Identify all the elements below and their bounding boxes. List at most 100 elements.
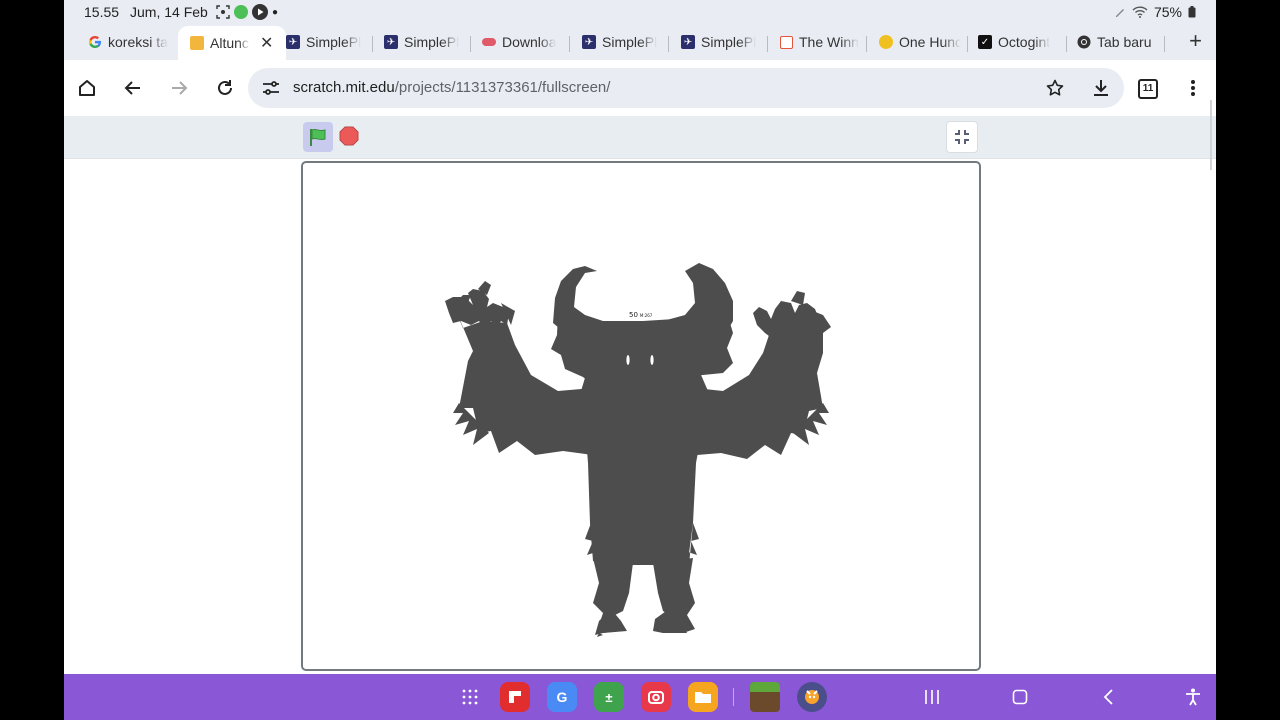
browser-toolbar: scratch.mit.edu/projects/1131373361/full… (64, 60, 1216, 116)
scratch-stage[interactable]: 50 M:267 (301, 161, 981, 671)
more-vert-icon (1191, 80, 1195, 96)
battery-icon (1188, 6, 1196, 18)
wifi-icon (1132, 6, 1148, 18)
url-text: scratch.mit.edu/projects/1131373361/full… (293, 79, 610, 96)
tab-5-title: SimplePl (602, 34, 658, 50)
tab-strip: koreksi ta Altunc ✕ ✈ SimplePl ✈ SimpleP… (64, 24, 1216, 60)
tab-7-title: The Winn (799, 34, 859, 50)
chevron-left-icon (1103, 689, 1113, 705)
tab-3[interactable]: ✈ SimplePl (384, 26, 464, 58)
tab-2[interactable]: ✈ SimplePl (286, 26, 366, 58)
tab-4[interactable]: Downloa (482, 26, 562, 58)
chrome-icon (1077, 35, 1091, 49)
sprite-label-value: 50 (629, 311, 638, 319)
app-minecraft[interactable] (750, 682, 780, 712)
menu-button[interactable] (1181, 76, 1205, 100)
scrollbar-thumb[interactable] (1210, 100, 1212, 170)
recents-button[interactable] (917, 682, 947, 712)
app-flipboard[interactable] (500, 682, 530, 712)
url-domain: scratch.mit.edu (293, 79, 395, 96)
green-flag-icon (310, 128, 326, 146)
home-square-icon (1012, 689, 1028, 705)
stop-icon (339, 126, 359, 146)
monster-sprite[interactable] (303, 163, 979, 669)
tab-4-title: Downloa (502, 34, 557, 50)
simpleplanes-icon: ✈ (681, 35, 695, 49)
home-icon (79, 80, 95, 96)
calculator-icon: ± (605, 689, 613, 705)
download-site-icon (482, 38, 496, 46)
screenshot-icon (216, 5, 230, 19)
tab-7[interactable]: The Winn (780, 26, 860, 58)
home-nav-button[interactable] (1005, 682, 1035, 712)
scratch-player-header (64, 116, 1216, 159)
green-app-icon (234, 5, 248, 19)
tab-8-title: One Hunc (899, 34, 961, 50)
tab-switcher-button[interactable]: 11 (1138, 79, 1158, 99)
page-icon (190, 36, 204, 50)
forward-button[interactable] (167, 76, 191, 100)
green-flag-button[interactable] (303, 122, 333, 152)
exit-fullscreen-icon (955, 130, 969, 144)
tablet-screen: 15.55 Jum, 14 Feb ● 75% koreksi ta Altun… (64, 0, 1216, 720)
tab-9[interactable]: ✓ Octogint (978, 26, 1060, 58)
tab-9-title: Octogint (998, 34, 1051, 50)
exit-fullscreen-button[interactable] (946, 121, 978, 153)
camera-icon (648, 691, 664, 704)
battery-text: 75% (1153, 4, 1182, 20)
new-tab-button[interactable]: + (1189, 28, 1202, 54)
app-drawer-button[interactable] (455, 682, 485, 712)
site-settings-icon[interactable] (262, 80, 280, 96)
tab-5[interactable]: ✈ SimplePl (582, 26, 662, 58)
star-icon[interactable] (1046, 79, 1064, 97)
tab-10[interactable]: Tab baru (1077, 26, 1167, 58)
arrow-left-icon (124, 81, 140, 95)
one-hundred-icon (879, 35, 893, 49)
recents-icon (925, 690, 939, 704)
status-notification-icons: ● (216, 4, 278, 20)
scratch-cat-icon (805, 690, 819, 704)
reload-button[interactable] (213, 76, 237, 100)
back-nav-button[interactable] (1093, 682, 1123, 712)
accessibility-button[interactable] (1178, 682, 1208, 712)
tab-0[interactable]: koreksi ta (88, 26, 168, 58)
app-translate[interactable]: G (547, 682, 577, 712)
tab-6[interactable]: ✈ SimplePl (681, 26, 761, 58)
sprite-label-sub: M:267 (639, 313, 653, 318)
address-bar[interactable]: scratch.mit.edu/projects/1131373361/full… (248, 68, 1124, 108)
app-camera[interactable] (641, 682, 671, 712)
status-date: Jum, 14 Feb (130, 4, 208, 20)
tab-8[interactable]: One Hunc (879, 26, 961, 58)
simpleplanes-icon: ✈ (384, 35, 398, 49)
simpleplanes-icon: ✈ (582, 35, 596, 49)
home-button[interactable] (75, 76, 99, 100)
tab-10-title: Tab baru (1097, 34, 1152, 50)
tab-0-title: koreksi ta (108, 34, 168, 50)
app-scratch[interactable] (797, 682, 827, 712)
winn-icon (780, 35, 793, 49)
android-taskbar: G ± (64, 674, 1216, 720)
tab-6-title: SimplePl (701, 34, 757, 50)
tab-2-title: SimplePl (306, 34, 362, 50)
sprite-label: 50 M:267 (629, 311, 652, 319)
app-calculator[interactable]: ± (594, 682, 624, 712)
arrow-right-icon (172, 81, 188, 95)
octogint-icon: ✓ (978, 35, 992, 49)
download-icon (1094, 80, 1108, 96)
pen-icon (1115, 9, 1124, 17)
google-icon (88, 36, 101, 48)
tab-1[interactable]: Altunc ✕ (178, 26, 286, 60)
app-files[interactable] (688, 682, 718, 712)
stop-button[interactable] (339, 126, 359, 146)
tab-3-title: SimplePl (404, 34, 460, 50)
taskbar-divider (733, 688, 734, 706)
back-button[interactable] (121, 76, 145, 100)
flip-app-icon (509, 691, 521, 703)
url-path: /projects/1131373361/fullscreen/ (394, 79, 611, 96)
translate-icon: G (556, 689, 568, 705)
dot-icon: ● (272, 6, 279, 18)
play-icon (252, 4, 268, 20)
download-button[interactable] (1089, 76, 1113, 100)
status-right: 75% (1114, 4, 1196, 20)
close-tab-icon[interactable]: ✕ (260, 33, 273, 53)
